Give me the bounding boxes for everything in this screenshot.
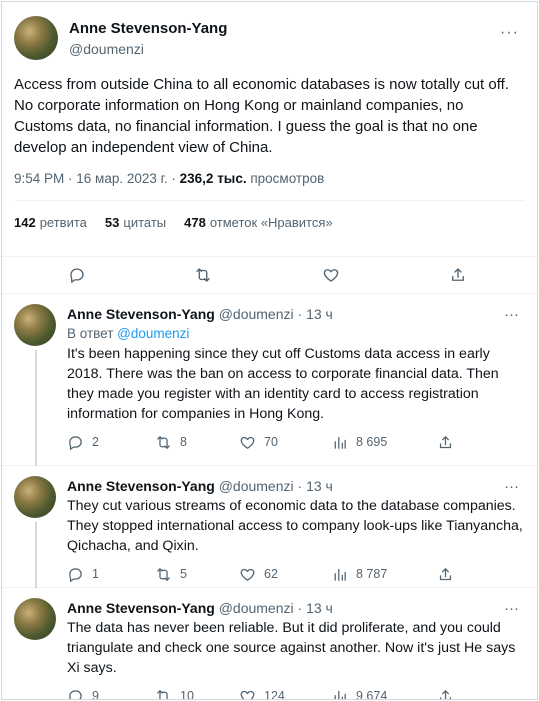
views-count: 8 695: [356, 435, 388, 449]
avatar[interactable]: [14, 304, 56, 346]
reply-time[interactable]: · 13 ч: [294, 478, 333, 494]
views-label: просмотров: [246, 171, 325, 186]
reply-time[interactable]: · 13 ч: [294, 306, 333, 322]
more-options-icon[interactable]: ···: [504, 478, 519, 495]
share-action[interactable]: [437, 434, 462, 451]
reply-tweet[interactable]: ··· Anne Stevenson-Yang @doumenzi · 13 ч…: [2, 466, 537, 588]
like-icon: [240, 568, 255, 581]
retweet-count: 5: [180, 567, 187, 581]
share-icon: [439, 689, 452, 699]
views-count: 236,2 тыс.: [179, 171, 247, 186]
views-count: 9 674: [356, 689, 388, 700]
like-icon: [240, 436, 255, 449]
reply-text: They cut various streams of economic dat…: [67, 498, 523, 554]
retweet-icon: [157, 567, 170, 581]
tweet-text: Access from outside China to all economi…: [14, 76, 509, 156]
tweet-meta: 9:54 PM · 16 мар. 2023 г. · 236,2 тыс. п…: [14, 171, 525, 186]
reply-action[interactable]: 2: [67, 434, 155, 451]
like-count: 124: [264, 689, 285, 700]
views-count: 8 787: [356, 567, 388, 581]
more-options-icon[interactable]: ···: [504, 306, 519, 323]
share-action[interactable]: [437, 688, 462, 699]
retweet-icon: [157, 689, 170, 699]
author-handle[interactable]: @doumenzi: [69, 39, 227, 59]
more-options-icon[interactable]: ···: [500, 24, 519, 42]
analytics-icon: [334, 436, 346, 449]
reply-actions: 9 10 124 9 674: [67, 678, 525, 700]
reply-action[interactable]: 1: [67, 566, 155, 583]
reply-count: 2: [92, 435, 99, 449]
quotes-stat[interactable]: 53 цитаты: [105, 215, 166, 230]
reply-icon: [69, 689, 82, 699]
avatar[interactable]: [14, 598, 56, 640]
retweet-action[interactable]: 5: [155, 566, 239, 583]
like-action[interactable]: 124: [239, 688, 331, 700]
avatar[interactable]: [14, 16, 58, 60]
tweet-thread: Anne Stevenson-Yang @doumenzi ··· Access…: [1, 1, 538, 700]
reply-icon[interactable]: [68, 266, 86, 284]
like-action[interactable]: 70: [239, 434, 331, 451]
reply-actions: 1 5 62 8 787: [67, 556, 525, 592]
reply-icon: [69, 567, 82, 582]
reply-icon: [69, 435, 82, 450]
replying-to: В ответ @doumenzi: [67, 326, 190, 341]
like-icon: [240, 690, 255, 699]
retweet-count: 8: [180, 435, 187, 449]
retweet-count: 10: [180, 689, 194, 700]
author-handle[interactable]: @doumenzi: [219, 600, 294, 616]
reply-text: The data has never been reliable. But it…: [67, 620, 516, 676]
share-action[interactable]: [437, 566, 462, 583]
more-options-icon[interactable]: ···: [504, 600, 519, 617]
author-name[interactable]: Anne Stevenson-Yang: [67, 306, 215, 322]
reply-actions: 2 8 70 8 695: [67, 424, 525, 460]
timestamp[interactable]: 9:54 PM · 16 мар. 2023 г. ·: [14, 171, 180, 186]
views-action[interactable]: 9 674: [331, 688, 437, 700]
engagement-stats: 142 ретвита 53 цитаты 478 отметок «Нравится…: [14, 200, 525, 230]
main-tweet: Anne Stevenson-Yang @doumenzi ··· Access…: [2, 2, 537, 294]
likes-stat[interactable]: 478 отметок «Нравится»: [184, 215, 333, 230]
reply-count: 1: [92, 567, 99, 581]
reply-text: It's been happening since they cut off C…: [67, 346, 499, 422]
reply-tweet[interactable]: ··· Anne Stevenson-Yang @doumenzi · 13 ч…: [2, 588, 537, 700]
retweets-stat[interactable]: 142 ретвита: [14, 215, 87, 230]
analytics-icon: [334, 568, 346, 581]
author-handle[interactable]: @doumenzi: [219, 306, 294, 322]
analytics-icon: [334, 690, 346, 699]
retweet-icon[interactable]: [194, 266, 212, 284]
author-name[interactable]: Anne Stevenson-Yang: [67, 478, 215, 494]
author-name[interactable]: Anne Stevenson-Yang: [67, 600, 215, 616]
replying-to-handle[interactable]: @doumenzi: [117, 326, 189, 341]
like-action[interactable]: 62: [239, 566, 331, 583]
reply-tweet[interactable]: ··· Anne Stevenson-Yang @doumenzi · 13 ч…: [2, 294, 537, 466]
share-icon: [439, 567, 452, 580]
share-icon[interactable]: [449, 266, 467, 284]
like-icon[interactable]: [322, 266, 340, 284]
retweet-action[interactable]: 8: [155, 434, 239, 451]
author-name[interactable]: Anne Stevenson-Yang: [69, 19, 227, 39]
main-actions-bar: [2, 256, 537, 294]
views-action[interactable]: 8 787: [331, 566, 437, 583]
reply-time[interactable]: · 13 ч: [294, 600, 333, 616]
views-action[interactable]: 8 695: [331, 434, 437, 451]
retweet-icon: [157, 435, 170, 449]
share-icon: [439, 435, 452, 448]
retweet-action[interactable]: 10: [155, 688, 239, 700]
reply-count: 9: [92, 689, 99, 700]
like-count: 70: [264, 435, 278, 449]
like-count: 62: [264, 567, 278, 581]
reply-action[interactable]: 9: [67, 688, 155, 700]
author-handle[interactable]: @doumenzi: [219, 478, 294, 494]
avatar[interactable]: [14, 476, 56, 518]
